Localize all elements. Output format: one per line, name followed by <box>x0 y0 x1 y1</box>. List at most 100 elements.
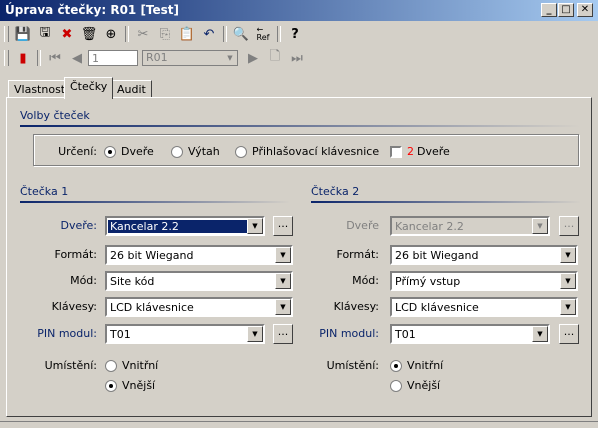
toolbar-separator <box>125 26 129 42</box>
two-doors-number: 2 <box>407 145 414 158</box>
tab-ctecky[interactable]: Čtečky <box>64 77 114 99</box>
last-record-icon[interactable]: ⏭ <box>286 48 308 68</box>
radio-label: Výtah <box>188 145 220 158</box>
records-icon[interactable]: ▮ <box>12 48 34 68</box>
title-bar: Úprava čtečky: R01 [Test] _ □ ✕ <box>0 0 598 21</box>
radio-indicator <box>104 145 116 158</box>
reader2-mode-label: Mód: <box>352 274 379 287</box>
radio-indicator <box>390 379 402 392</box>
reader2-door-select[interactable]: Kancelar 2.2 ▼ <box>390 216 550 236</box>
radio-label: Vnější <box>407 379 441 392</box>
reader2-format-label: Formát: <box>336 248 379 261</box>
chevron-down-icon: ▼ <box>532 218 548 234</box>
section-divider <box>20 201 290 203</box>
save-icon[interactable]: 💾 <box>12 24 34 44</box>
references-icon[interactable]: ← Ref <box>252 24 274 44</box>
record-number-input[interactable]: 1 <box>88 50 138 66</box>
purpose-radio-elevator[interactable]: Výtah <box>171 145 220 158</box>
paste-icon[interactable]: 📋 <box>176 24 198 44</box>
two-doors-checkbox[interactable]: 2 Dveře <box>390 145 450 158</box>
reader1-keypad-select[interactable]: LCD klávesnice ▼ <box>105 297 293 317</box>
reader1-pin-label: PIN modul: <box>37 327 97 340</box>
find-icon[interactable]: 🔍 <box>230 24 252 44</box>
purpose-label: Určení: <box>58 145 97 158</box>
maximize-button[interactable]: □ <box>558 3 574 17</box>
reader2-pin-label: PIN modul: <box>319 327 379 340</box>
reader2-keypad-value: LCD klávesnice <box>395 301 479 314</box>
reader1-title: Čtečka 1 <box>20 185 69 198</box>
record-combo[interactable]: R01 ▼ <box>142 50 238 66</box>
cut-icon[interactable]: ✂ <box>132 24 154 44</box>
upload-icon[interactable]: ⊕ <box>100 24 122 44</box>
close-button[interactable]: ✕ <box>577 3 593 17</box>
reader1-pin-browse-button[interactable]: ... <box>273 324 293 344</box>
checkbox-indicator <box>390 145 402 158</box>
reader1-pin-value: T01 <box>110 328 131 341</box>
reader1-placement-outer[interactable]: Vnější <box>105 379 155 392</box>
purpose-radio-doors[interactable]: Dveře <box>104 145 154 158</box>
radio-indicator <box>171 145 183 158</box>
reader1-door-value: Kancelar 2.2 <box>108 220 252 233</box>
toolbar-separator <box>277 26 281 42</box>
reader2-keypad-label: Klávesy: <box>333 300 379 313</box>
reader1-pin-select[interactable]: T01 ▼ <box>105 324 265 344</box>
chevron-down-icon: ▼ <box>560 273 576 289</box>
reader2-placement-label: Umístění: <box>326 359 379 372</box>
chevron-down-icon: ▼ <box>532 326 548 342</box>
tab-label: Vlastnosti <box>14 83 69 96</box>
section-divider <box>311 201 581 203</box>
toolbar-grip <box>4 26 9 42</box>
next-record-icon[interactable]: ▶ <box>242 48 264 68</box>
reader1-door-label: Dveře: <box>60 219 97 232</box>
reader2-mode-value: Přímý vstup <box>395 275 461 288</box>
reader2-pin-value: T01 <box>395 328 416 341</box>
chevron-down-icon: ▼ <box>275 299 291 315</box>
reader1-mode-select[interactable]: Site kód ▼ <box>105 271 293 291</box>
reader2-door-browse-button[interactable]: ... <box>559 216 579 236</box>
toolbar-main: 💾 🖫 ✖ 🗑 ⊕ ✂ ⎘ 📋 ↶ 🔍 ← Ref ? <box>2 24 306 44</box>
radio-indicator <box>235 145 247 158</box>
two-doors-label: Dveře <box>417 145 450 158</box>
new-record-icon[interactable]: 🗋 <box>264 48 286 68</box>
reader1-placement-label: Umístění: <box>44 359 97 372</box>
reader1-door-select[interactable]: Kancelar 2.2 ▼ <box>105 216 265 236</box>
reader2-title: Čtečka 2 <box>311 185 360 198</box>
toolbar-navigation: ▮ ⏮ ◀ 1 R01 ▼ ▶ 🗋 ⏭ <box>2 48 308 68</box>
copy-icon[interactable]: ⎘ <box>154 24 176 44</box>
minimize-button[interactable]: _ <box>541 3 557 17</box>
reader1-placement-inner[interactable]: Vnitřní <box>105 359 158 372</box>
radio-indicator <box>390 359 402 372</box>
reader1-keypad-value: LCD klávesnice <box>110 301 194 314</box>
reader1-format-value: 26 bit Wiegand <box>110 249 194 262</box>
toolbar-separator <box>37 50 41 66</box>
purpose-radio-login-keypad[interactable]: Přihlašovací klávesnice <box>235 145 379 158</box>
chevron-down-icon: ▼ <box>275 247 291 263</box>
reader1-format-select[interactable]: 26 bit Wiegand ▼ <box>105 245 293 265</box>
chevron-down-icon: ▼ <box>275 273 291 289</box>
trash-icon[interactable]: 🗑 <box>78 24 100 44</box>
tab-panel: Volby čteček Určení: Dveře Výtah Přihlaš… <box>6 97 592 417</box>
section-divider <box>20 125 580 127</box>
save-close-icon[interactable]: 🖫 <box>34 24 56 44</box>
chevron-down-icon: ▼ <box>227 54 233 62</box>
window-title: Úprava čtečky: R01 [Test] <box>5 3 180 17</box>
reader2-placement-inner[interactable]: Vnitřní <box>390 359 443 372</box>
reader2-format-select[interactable]: 26 bit Wiegand ▼ <box>390 245 578 265</box>
chevron-down-icon: ▼ <box>247 326 263 342</box>
reader2-mode-select[interactable]: Přímý vstup ▼ <box>390 271 578 291</box>
delete-icon[interactable]: ✖ <box>56 24 78 44</box>
help-icon[interactable]: ? <box>284 24 306 44</box>
chevron-down-icon: ▼ <box>247 218 263 234</box>
first-record-icon[interactable]: ⏮ <box>44 48 66 68</box>
reader2-pin-browse-button[interactable]: ... <box>559 324 579 344</box>
reader1-door-browse-button[interactable]: ... <box>273 216 293 236</box>
reader2-placement-outer[interactable]: Vnější <box>390 379 440 392</box>
radio-label: Vnější <box>122 379 156 392</box>
radio-label: Přihlašovací klávesnice <box>252 145 380 158</box>
reader2-keypad-select[interactable]: LCD klávesnice ▼ <box>390 297 578 317</box>
reader2-pin-select[interactable]: T01 ▼ <box>390 324 550 344</box>
undo-icon[interactable]: ↶ <box>198 24 220 44</box>
radio-label: Dveře <box>121 145 154 158</box>
reader2-door-value: Kancelar 2.2 <box>395 220 464 233</box>
previous-record-icon[interactable]: ◀ <box>66 48 88 68</box>
